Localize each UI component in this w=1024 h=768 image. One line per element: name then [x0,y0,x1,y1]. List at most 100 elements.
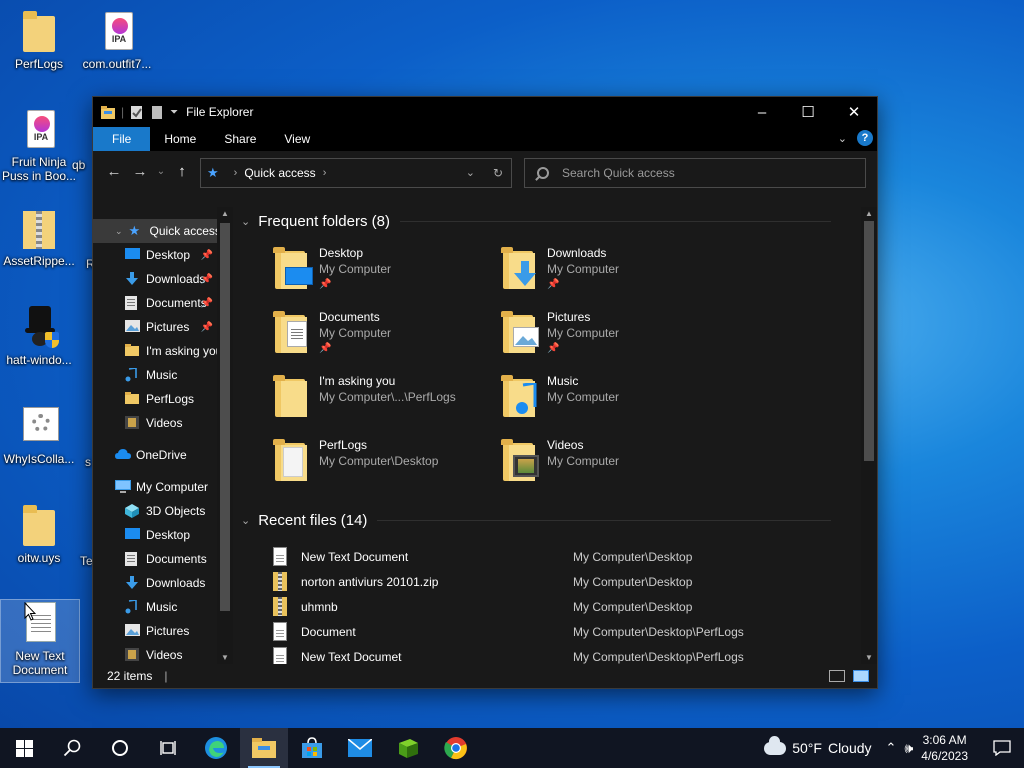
nav-item-desktop[interactable]: Desktop [93,523,233,547]
customize-toolbar-chevron-icon[interactable]: ⏷ [170,107,178,118]
nav-my-computer[interactable]: My Computer [93,475,233,499]
frequent-folder-perflogs[interactable]: PerfLogs My Computer\Desktop [273,437,493,493]
mail-taskbar-button[interactable] [336,728,384,768]
minimize-button[interactable]: – [739,97,785,127]
store-bag-icon [302,737,322,758]
nav-item-music[interactable]: Music [93,363,233,387]
frequent-folder-pictures[interactable]: Pictures My Computer 📌 [501,309,721,365]
breadcrumb-quick-access[interactable]: Quick access [244,166,315,180]
store-taskbar-button[interactable] [288,728,336,768]
nav-item-videos[interactable]: Videos [93,411,233,435]
clock[interactable]: 3:06 AM 4/6/2023 [921,732,968,764]
recent-file-row[interactable]: norton antiviurs 20101.zip My Computer\De… [273,569,833,594]
recent-file-row[interactable]: New Text Document My Computer\Desktop [273,544,833,569]
recent-file-row[interactable]: uhmnb My Computer\Desktop [273,594,833,619]
breadcrumb-chevron-icon[interactable]: › [234,167,238,179]
nav-onedrive[interactable]: OneDrive [93,443,233,467]
nav-item-downloads[interactable]: Downloads 📌 [93,267,233,291]
nav-item-3d-objects[interactable]: 3D Objects [93,499,233,523]
frequent-folder-desktop[interactable]: Desktop My Computer 📌 [273,245,493,301]
edge-taskbar-button[interactable] [192,728,240,768]
start-button[interactable] [0,728,48,768]
maximize-button[interactable]: ☐ [785,97,831,127]
nav-quick-access[interactable]: ⌄ ★ Quick access [93,219,233,243]
recent-locations-chevron-icon[interactable]: ⌄ [153,166,169,177]
nav-item-music[interactable]: Music [93,595,233,619]
nav-item-documents[interactable]: Documents [93,547,233,571]
scroll-down-arrow-icon[interactable]: ▼ [221,653,229,662]
forward-arrow-icon[interactable]: → [127,163,153,180]
desktop-icon-assetripper[interactable]: AssetRippe... [0,205,78,268]
tab-home[interactable]: Home [150,127,210,151]
volume-icon[interactable]: 🕪 [904,740,913,757]
up-arrow-icon[interactable]: ↑ [169,163,195,180]
desktop-icon-com-outfit7[interactable]: IPA com.outfit7... [78,8,156,71]
folder-icon [501,439,541,485]
frequent-folder-videos[interactable]: Videos My Computer [501,437,721,493]
desktop-icon-new-text-document[interactable]: New Text Document [0,599,80,683]
nav-item-pictures[interactable]: Pictures [93,619,233,643]
pin-icon: 📌 [319,279,332,290]
nav-item-documents[interactable]: Documents 📌 [93,291,233,315]
details-view-icon[interactable] [829,670,845,682]
close-button[interactable]: ✕ [831,97,877,127]
cortana-button[interactable] [96,728,144,768]
new-folder-icon[interactable] [150,105,164,119]
nav-item-perflogs[interactable]: PerfLogs [93,387,233,411]
expand-ribbon-chevron-icon[interactable]: ⌄ [838,132,847,145]
back-arrow-icon[interactable]: ← [101,163,127,180]
nav-item-pictures[interactable]: Pictures 📌 [93,315,233,339]
properties-icon[interactable] [130,105,144,119]
frequent-folder-documents[interactable]: Documents My Computer 📌 [273,309,493,365]
folder-icon [273,375,313,421]
address-history-chevron-icon[interactable]: ⌄ [466,166,475,180]
desktop-icon-fruit-ninja[interactable]: IPA Fruit Ninja Puss in Boo... [0,106,78,183]
scroll-down-arrow-icon[interactable]: ▼ [865,653,873,662]
navigation-scrollbar[interactable]: ▲ ▼ [217,207,233,664]
nav-item-videos[interactable]: Videos [93,643,233,664]
settings-file-icon [23,407,59,441]
nav-item-downloads[interactable]: Downloads [93,571,233,595]
tab-file[interactable]: File [93,127,151,151]
notifications-button[interactable] [980,740,1024,756]
large-icons-view-icon[interactable] [853,670,869,682]
scroll-up-arrow-icon[interactable]: ▲ [865,209,873,218]
breadcrumb-chevron-icon[interactable]: › [323,167,327,179]
frequent-folder-music[interactable]: Music My Computer [501,373,721,429]
content-scrollbar[interactable]: ▲ ▼ [861,207,877,664]
frequent-folder-downloads[interactable]: Downloads My Computer 📌 [501,245,721,301]
nav-item-desktop[interactable]: Desktop 📌 [93,243,233,267]
nav-item-i-m-asking-you[interactable]: I'm asking you [93,339,233,363]
scrollbar-thumb[interactable] [220,223,230,611]
cube-icon [125,504,139,518]
frequent-folder-i-m-asking-you[interactable]: I'm asking you My Computer\...\PerfLogs [273,373,493,429]
recent-files-header[interactable]: ⌄ Recent files (14) [241,512,831,529]
tab-share[interactable]: Share [210,127,270,151]
scrollbar-thumb[interactable] [864,221,874,461]
frequent-folders-header[interactable]: ⌄ Frequent folders (8) [241,213,831,230]
collapse-chevron-icon[interactable]: ⌄ [241,215,250,228]
desktop-icon-oitw[interactable]: oitw.uys [0,502,78,565]
quick-access-star-icon: ★ [128,223,141,238]
expand-chevron-icon[interactable]: ⌄ [115,226,123,237]
pin-icon: 📌 [319,343,332,354]
minecraft-taskbar-button[interactable] [384,728,432,768]
refresh-icon[interactable]: ↻ [493,166,503,180]
address-bar[interactable]: ★ › Quick access › ⌄ ↻ [200,158,512,188]
desktop-icon-hatt-windows[interactable]: hatt-windo... [0,304,78,367]
chrome-taskbar-button[interactable] [432,728,480,768]
desktop-icon-whyiscolla[interactable]: WhyIsColla... [0,403,78,466]
recent-file-row[interactable]: Document My Computer\Desktop\PerfLogs [273,619,833,644]
scroll-up-arrow-icon[interactable]: ▲ [221,209,229,218]
desktop-icon-perflogs[interactable]: PerfLogs [0,8,78,71]
search-button[interactable] [48,728,96,768]
tab-view[interactable]: View [270,127,324,151]
collapse-chevron-icon[interactable]: ⌄ [241,514,250,527]
show-hidden-icons-chevron-icon[interactable]: ⌃ [886,740,897,756]
help-button[interactable]: ? [857,130,873,146]
search-input[interactable]: Search Quick access [524,158,866,188]
file-explorer-taskbar-button[interactable] [240,728,288,768]
task-view-button[interactable] [144,728,192,768]
title-bar[interactable]: | ⏷ File Explorer – ☐ ✕ [93,97,877,127]
weather-widget[interactable]: 50°F Cloudy [764,735,872,756]
